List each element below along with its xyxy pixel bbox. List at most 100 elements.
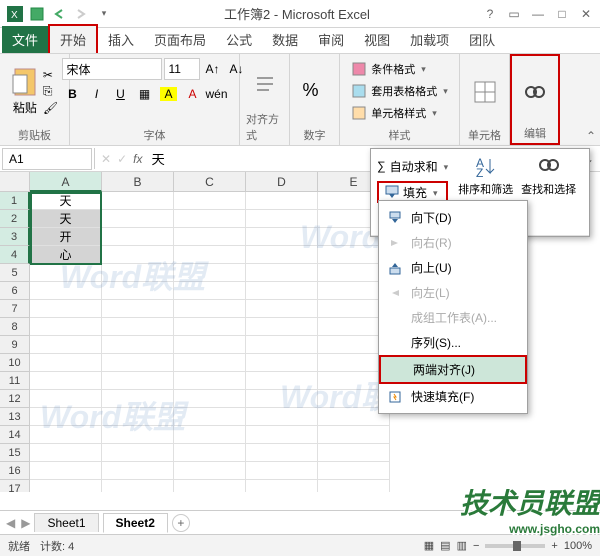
- cell[interactable]: [246, 480, 318, 492]
- cell[interactable]: [246, 210, 318, 228]
- cell[interactable]: [174, 372, 246, 390]
- find-select-button[interactable]: 查找和选择: [521, 155, 576, 197]
- cell[interactable]: [174, 426, 246, 444]
- cell[interactable]: [102, 192, 174, 210]
- menu-fill-series[interactable]: 序列(S)...: [379, 330, 527, 355]
- sheet-tab-2[interactable]: Sheet2: [103, 513, 168, 533]
- sheet-add-button[interactable]: +: [172, 514, 190, 532]
- sheet-tab-1[interactable]: Sheet1: [34, 513, 98, 532]
- row-header[interactable]: 12: [0, 390, 30, 408]
- fx-icon[interactable]: fx: [133, 152, 142, 166]
- cell[interactable]: [102, 318, 174, 336]
- cell[interactable]: [318, 462, 390, 480]
- cell[interactable]: [246, 282, 318, 300]
- name-box[interactable]: [2, 148, 92, 170]
- cell[interactable]: [30, 390, 102, 408]
- excel-icon[interactable]: X: [6, 5, 24, 23]
- underline-button[interactable]: U: [110, 83, 132, 105]
- cell[interactable]: [174, 210, 246, 228]
- help-icon[interactable]: ?: [482, 6, 498, 22]
- phonetic-button[interactable]: wén: [206, 83, 228, 105]
- row-header[interactable]: 15: [0, 444, 30, 462]
- edit-button[interactable]: [521, 78, 549, 106]
- align-button[interactable]: [251, 70, 279, 98]
- cell[interactable]: [174, 246, 246, 264]
- cell[interactable]: [174, 318, 246, 336]
- cell[interactable]: [30, 264, 102, 282]
- cell[interactable]: [30, 444, 102, 462]
- cell[interactable]: 心: [30, 246, 102, 264]
- cell[interactable]: [102, 246, 174, 264]
- cell[interactable]: [102, 372, 174, 390]
- cell[interactable]: [318, 426, 390, 444]
- cell-style-button[interactable]: 单元格样式: [351, 102, 448, 124]
- cell[interactable]: [102, 462, 174, 480]
- row-header[interactable]: 3: [0, 228, 30, 246]
- cell[interactable]: [174, 444, 246, 462]
- row-header[interactable]: 14: [0, 426, 30, 444]
- tab-view[interactable]: 视图: [354, 26, 400, 53]
- font-size-combo[interactable]: [164, 58, 200, 80]
- bold-button[interactable]: B: [62, 83, 84, 105]
- cell[interactable]: [102, 480, 174, 492]
- cut-icon[interactable]: ✂: [43, 68, 58, 82]
- row-header[interactable]: 8: [0, 318, 30, 336]
- cell[interactable]: [102, 300, 174, 318]
- cell[interactable]: [30, 282, 102, 300]
- row-header[interactable]: 4: [0, 246, 30, 264]
- cell[interactable]: [102, 210, 174, 228]
- zoom-in-icon[interactable]: +: [551, 540, 557, 552]
- cell[interactable]: [246, 390, 318, 408]
- col-header-C[interactable]: C: [174, 172, 246, 192]
- cell[interactable]: [174, 228, 246, 246]
- cell[interactable]: [318, 480, 390, 492]
- cell[interactable]: [30, 354, 102, 372]
- cell[interactable]: 开: [30, 228, 102, 246]
- cell[interactable]: [174, 480, 246, 492]
- cell[interactable]: [30, 426, 102, 444]
- col-header-A[interactable]: A: [30, 172, 102, 192]
- cell[interactable]: [246, 300, 318, 318]
- maximize-icon[interactable]: □: [554, 6, 570, 22]
- cell[interactable]: [246, 372, 318, 390]
- table-format-button[interactable]: 套用表格格式: [351, 80, 448, 102]
- cell[interactable]: [246, 264, 318, 282]
- cell[interactable]: [174, 462, 246, 480]
- zoom-level[interactable]: 100%: [564, 540, 592, 552]
- ribbon-collapse-icon[interactable]: ⌃: [586, 129, 596, 143]
- tab-insert[interactable]: 插入: [98, 26, 144, 53]
- tab-formulas[interactable]: 公式: [216, 26, 262, 53]
- cell[interactable]: [246, 426, 318, 444]
- row-header[interactable]: 5: [0, 264, 30, 282]
- zoom-out-icon[interactable]: −: [473, 540, 479, 552]
- cell[interactable]: [102, 282, 174, 300]
- menu-fill-flash[interactable]: 快速填充(F): [379, 384, 527, 409]
- cell[interactable]: [246, 192, 318, 210]
- cell[interactable]: [174, 408, 246, 426]
- sheet-next-icon[interactable]: ▶: [21, 516, 30, 530]
- cell[interactable]: [174, 192, 246, 210]
- cell[interactable]: [318, 444, 390, 462]
- cell[interactable]: [246, 336, 318, 354]
- row-header[interactable]: 7: [0, 300, 30, 318]
- tab-home[interactable]: 开始: [48, 24, 98, 53]
- cell[interactable]: [174, 390, 246, 408]
- format-painter-icon[interactable]: 🖌: [43, 101, 58, 115]
- view-pagebreak-icon[interactable]: ▥: [457, 539, 467, 552]
- ribbon-options-icon[interactable]: ▭: [506, 6, 522, 22]
- cell[interactable]: [246, 318, 318, 336]
- font-name-combo[interactable]: [62, 58, 162, 80]
- redo-icon[interactable]: [72, 5, 90, 23]
- row-header[interactable]: 17: [0, 480, 30, 492]
- row-header[interactable]: 9: [0, 336, 30, 354]
- row-header[interactable]: 6: [0, 282, 30, 300]
- cell[interactable]: [30, 318, 102, 336]
- cells-button[interactable]: [471, 78, 499, 106]
- cell[interactable]: [174, 300, 246, 318]
- cell[interactable]: [30, 462, 102, 480]
- cell[interactable]: [174, 264, 246, 282]
- view-layout-icon[interactable]: ▤: [440, 539, 450, 552]
- view-normal-icon[interactable]: ▦: [424, 539, 434, 552]
- cell[interactable]: [102, 336, 174, 354]
- cell[interactable]: [30, 372, 102, 390]
